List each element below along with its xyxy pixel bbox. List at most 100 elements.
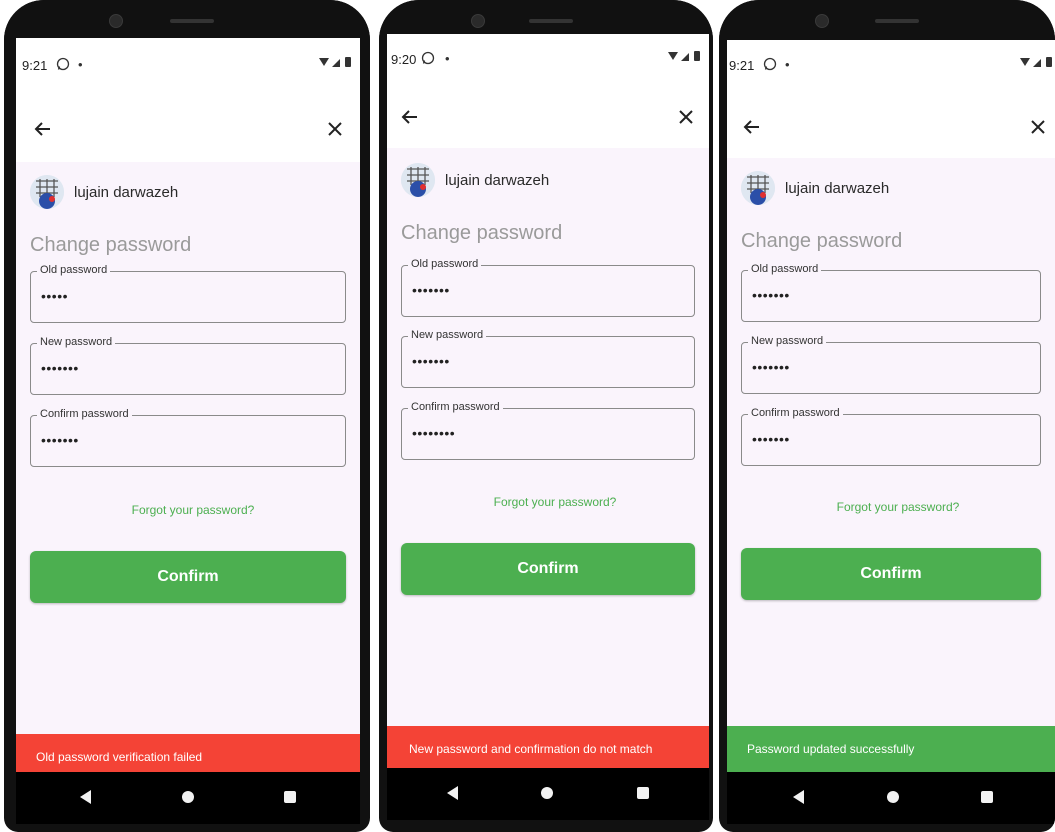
confirm-button[interactable]: Confirm: [30, 551, 346, 603]
change-password-form: lujain darwazeh Change password Old pass…: [387, 148, 709, 772]
forgot-password-link[interactable]: Forgot your password?: [16, 503, 360, 517]
old-password-value: •••••••: [752, 287, 790, 303]
nav-home-icon[interactable]: [541, 787, 553, 799]
old-password-field[interactable]: Old password •••••••: [741, 263, 1041, 322]
user-row: lujain darwazeh: [741, 170, 889, 206]
screen-1: 9:21 • lujain darwazeh Change password O…: [16, 38, 360, 778]
change-password-form: lujain darwazeh Change password Old pass…: [16, 162, 360, 778]
confirm-password-label: Confirm password: [37, 408, 132, 420]
confirm-password-field[interactable]: Confirm password •••••••: [30, 408, 346, 467]
system-status-icons: [1019, 56, 1055, 71]
whatsapp-icon: [56, 57, 70, 71]
nav-home-icon[interactable]: [887, 791, 899, 803]
system-status-icons: [318, 56, 354, 71]
notification-dot: •: [445, 51, 450, 66]
nav-recent-icon[interactable]: [284, 791, 296, 803]
page-title: Change password: [30, 234, 192, 256]
page-title: Change password: [401, 222, 563, 244]
status-bar: 9:21 •: [727, 40, 1055, 96]
avatar-image: [401, 163, 435, 197]
system-nav-bar: [727, 772, 1055, 824]
status-bar: 9:21 •: [16, 38, 360, 96]
close-icon[interactable]: [1023, 112, 1053, 142]
wifi-signal-battery-icon: [1020, 57, 1052, 67]
notification-dot: •: [785, 57, 790, 72]
avatar-image: [741, 171, 775, 205]
app-bar: [387, 86, 709, 148]
back-arrow-icon[interactable]: [28, 114, 58, 144]
avatar: [30, 175, 64, 209]
wifi-signal-battery-icon: [668, 51, 700, 61]
back-arrow-icon[interactable]: [737, 112, 767, 142]
close-icon[interactable]: [320, 114, 350, 144]
confirm-password-field[interactable]: Confirm password •••••••: [741, 407, 1041, 466]
new-password-value: •••••••: [752, 359, 790, 375]
system-status-icons: [667, 50, 703, 65]
new-password-label: New password: [748, 335, 827, 347]
user-row: lujain darwazeh: [30, 174, 178, 210]
snackbar-success: Password updated successfully: [727, 726, 1055, 772]
whatsapp-icon: [421, 51, 435, 65]
wifi-signal-battery-icon: [319, 57, 351, 67]
phone-frame-1: 9:21 • lujain darwazeh Change password O…: [4, 0, 370, 832]
new-password-label: New password: [37, 336, 116, 348]
page-title: Change password: [741, 230, 903, 252]
system-nav-bar: [16, 772, 360, 824]
old-password-value: •••••: [41, 288, 69, 304]
status-bar: 9:20 •: [387, 34, 709, 86]
camera: [109, 14, 123, 28]
old-password-field[interactable]: Old password •••••••: [401, 258, 695, 317]
phone-bezel-top: [4, 0, 370, 40]
notification-dot: •: [78, 57, 83, 72]
nav-back-icon[interactable]: [447, 786, 458, 800]
screen-2: 9:20 • lujain darwazeh Change password O…: [387, 34, 709, 772]
snackbar-error: New password and confirmation do not mat…: [387, 726, 709, 772]
nav-recent-icon[interactable]: [637, 787, 649, 799]
forgot-password-link[interactable]: Forgot your password?: [727, 500, 1055, 514]
user-row: lujain darwazeh: [401, 162, 549, 198]
nav-back-icon[interactable]: [793, 790, 804, 804]
nav-back-icon[interactable]: [80, 790, 91, 804]
phone-frame-3: 9:21 • lujain darwazeh Change password O…: [719, 0, 1055, 832]
status-time: 9:20: [391, 52, 417, 67]
confirm-password-value: •••••••: [752, 431, 790, 447]
old-password-field[interactable]: Old password •••••: [30, 264, 346, 323]
user-name: lujain darwazeh: [785, 179, 890, 197]
status-time: 9:21: [729, 58, 755, 73]
new-password-value: •••••••: [41, 360, 79, 376]
system-nav-bar: [387, 768, 709, 820]
old-password-value: •••••••: [412, 282, 450, 298]
avatar: [401, 163, 435, 197]
screen-3: 9:21 • lujain darwazeh Change password O…: [727, 40, 1055, 772]
speaker: [529, 19, 573, 23]
close-icon[interactable]: [671, 102, 701, 132]
confirm-password-label: Confirm password: [748, 407, 843, 419]
change-password-form: lujain darwazeh Change password Old pass…: [727, 158, 1055, 772]
nav-recent-icon[interactable]: [981, 791, 993, 803]
confirm-password-field[interactable]: Confirm password ••••••••: [401, 401, 695, 460]
back-arrow-icon[interactable]: [395, 102, 425, 132]
confirm-button[interactable]: Confirm: [401, 543, 695, 595]
speaker: [875, 19, 919, 23]
camera: [815, 14, 829, 28]
confirm-button[interactable]: Confirm: [741, 548, 1041, 600]
speaker: [170, 19, 214, 23]
new-password-field[interactable]: New password •••••••: [401, 329, 695, 388]
nav-home-icon[interactable]: [182, 791, 194, 803]
new-password-value: •••••••: [412, 353, 450, 369]
phone-frame-2: 9:20 • lujain darwazeh Change password O…: [379, 0, 713, 832]
confirm-password-value: •••••••: [41, 432, 79, 448]
forgot-password-link[interactable]: Forgot your password?: [387, 495, 709, 509]
whatsapp-icon: [763, 57, 777, 71]
confirm-password-value: ••••••••: [412, 425, 456, 441]
new-password-field[interactable]: New password •••••••: [30, 336, 346, 395]
avatar-image: [30, 175, 64, 209]
confirm-password-label: Confirm password: [408, 401, 503, 413]
app-bar: [16, 96, 360, 162]
new-password-field[interactable]: New password •••••••: [741, 335, 1041, 394]
status-time: 9:21: [22, 58, 48, 73]
old-password-label: Old password: [748, 263, 822, 275]
phone-bezel-top: [719, 0, 1055, 40]
new-password-label: New password: [408, 329, 487, 341]
user-name: lujain darwazeh: [74, 183, 179, 201]
